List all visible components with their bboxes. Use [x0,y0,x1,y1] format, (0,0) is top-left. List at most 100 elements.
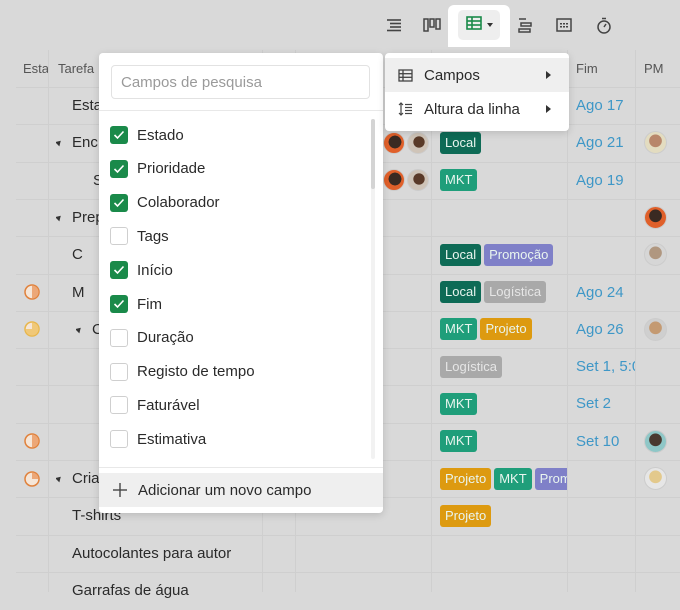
pm-avatar[interactable] [644,311,667,348]
end-date[interactable]: Ago 24 [576,274,624,311]
checkbox-unchecked[interactable] [110,396,128,415]
menu-item-campos[interactable]: Campos [385,58,569,92]
field-item[interactable]: Tags [110,221,169,251]
end-date[interactable]: Ago 21 [576,124,624,161]
tag: Prom [534,467,567,490]
end-date[interactable]: Set 10 [576,423,619,460]
checkbox-checked[interactable] [110,159,128,178]
field-item[interactable]: Estimativa [110,424,206,454]
gantt-view-icon[interactable] [512,12,538,38]
expand-caret-icon[interactable] [56,138,63,147]
status-icon[interactable] [24,274,40,311]
add-field-label: Adicionar um novo campo [138,481,312,499]
plus-icon [112,482,128,498]
calendar-view-icon[interactable] [551,12,577,38]
add-field-button[interactable]: Adicionar um novo campo [99,473,383,507]
checkbox-checked[interactable] [110,261,128,280]
tags-cell[interactable]: Local Promoção [440,236,556,273]
tags-cell[interactable]: MKT [440,162,480,199]
task-name[interactable]: Prep [56,199,104,236]
tag: Projeto [440,504,492,527]
tags-cell[interactable]: Local Logística [440,274,549,311]
checkbox-unchecked[interactable] [110,227,128,246]
avatar [644,429,667,453]
collaborators[interactable] [383,162,429,199]
checkbox-unchecked[interactable] [110,362,128,381]
pm-avatar[interactable] [644,460,667,497]
checkbox-unchecked[interactable] [110,430,128,449]
view-toolbar [0,0,680,50]
field-label: Prioridade [137,160,206,178]
scrollbar[interactable] [371,119,375,459]
status-icon[interactable] [24,460,40,497]
tag: Logística [484,281,547,303]
avatar[interactable] [383,131,405,154]
row-height-icon [398,102,413,116]
avatar [644,205,667,229]
column-header-status[interactable]: Esta [17,50,48,87]
expand-caret-icon[interactable] [76,325,83,334]
end-date[interactable]: Set 2 [576,385,611,422]
chevron-right-icon [546,71,551,79]
avatar[interactable] [407,169,429,192]
field-item[interactable]: Faturável [110,390,200,420]
column-header-end[interactable]: Fim [570,50,635,87]
field-item[interactable]: Fim [110,289,162,319]
task-title: Cria [72,470,100,487]
checkbox-unchecked[interactable] [110,328,128,347]
timer-icon[interactable] [591,12,617,38]
task-name[interactable]: Enc [56,124,98,161]
field-item[interactable]: Prioridade [110,154,205,184]
status-icon[interactable] [24,423,40,460]
end-date[interactable]: Ago 17 [576,87,624,124]
expand-caret-icon[interactable] [56,213,63,222]
list-view-icon[interactable] [381,12,407,38]
task-name[interactable]: Esta [72,87,102,124]
task-name[interactable]: M [72,274,85,311]
checkbox-checked[interactable] [110,193,128,212]
avatar[interactable] [407,131,429,154]
status-icon[interactable] [24,311,40,348]
avatar[interactable] [383,169,405,192]
tags-cell[interactable]: MKT Projeto [440,311,535,348]
field-item[interactable]: Registo de tempo [110,357,255,387]
task-name[interactable]: Garrafas de água [72,572,189,609]
search-fields-input[interactable] [111,65,370,99]
end-date[interactable]: Ago 26 [576,311,624,348]
task-name[interactable]: Autocolantes para autor [72,535,231,572]
menu-item-row-height[interactable]: Altura da linha [385,92,569,126]
checkbox-checked[interactable] [110,295,128,313]
field-label: Faturável [137,396,200,414]
task-title: M [72,283,85,301]
field-item[interactable]: Duração [110,323,194,353]
pm-avatar[interactable] [644,236,667,273]
expand-caret-icon[interactable] [56,474,63,483]
column-header-pm[interactable]: PM [638,50,680,87]
tag: Local [440,243,482,266]
checkmark-icon [113,130,125,140]
tags-cell[interactable]: Projeto MKT Prom [440,460,567,497]
avatar [644,243,667,267]
table-view-button[interactable] [458,10,500,40]
field-item[interactable]: Colaborador [110,188,220,218]
task-name[interactable]: C [72,236,83,273]
field-item[interactable]: Início [110,255,173,285]
pm-avatar[interactable] [644,423,667,460]
view-options-menu: Campos Altura da linha [385,53,569,131]
board-view-icon[interactable] [419,12,445,38]
tags-cell[interactable]: Projeto [440,497,494,534]
pm-avatar[interactable] [644,124,667,161]
field-item[interactable]: Estado [110,120,184,150]
tags-cell[interactable]: Logística [440,348,505,385]
tags-cell[interactable]: MKT [440,385,480,422]
end-date[interactable]: Set 1, 5:0 [576,348,635,385]
end-date[interactable]: Ago 19 [576,162,624,199]
tags-cell[interactable]: MKT [440,423,480,460]
task-name[interactable]: Cria [56,460,100,497]
tag: Logística [440,355,503,378]
field-label: Duração [137,329,194,347]
pm-avatar[interactable] [644,199,667,236]
column-header-task[interactable]: Tarefa [52,50,102,87]
scrollbar-thumb[interactable] [371,119,375,189]
checkbox-checked[interactable] [110,126,128,144]
